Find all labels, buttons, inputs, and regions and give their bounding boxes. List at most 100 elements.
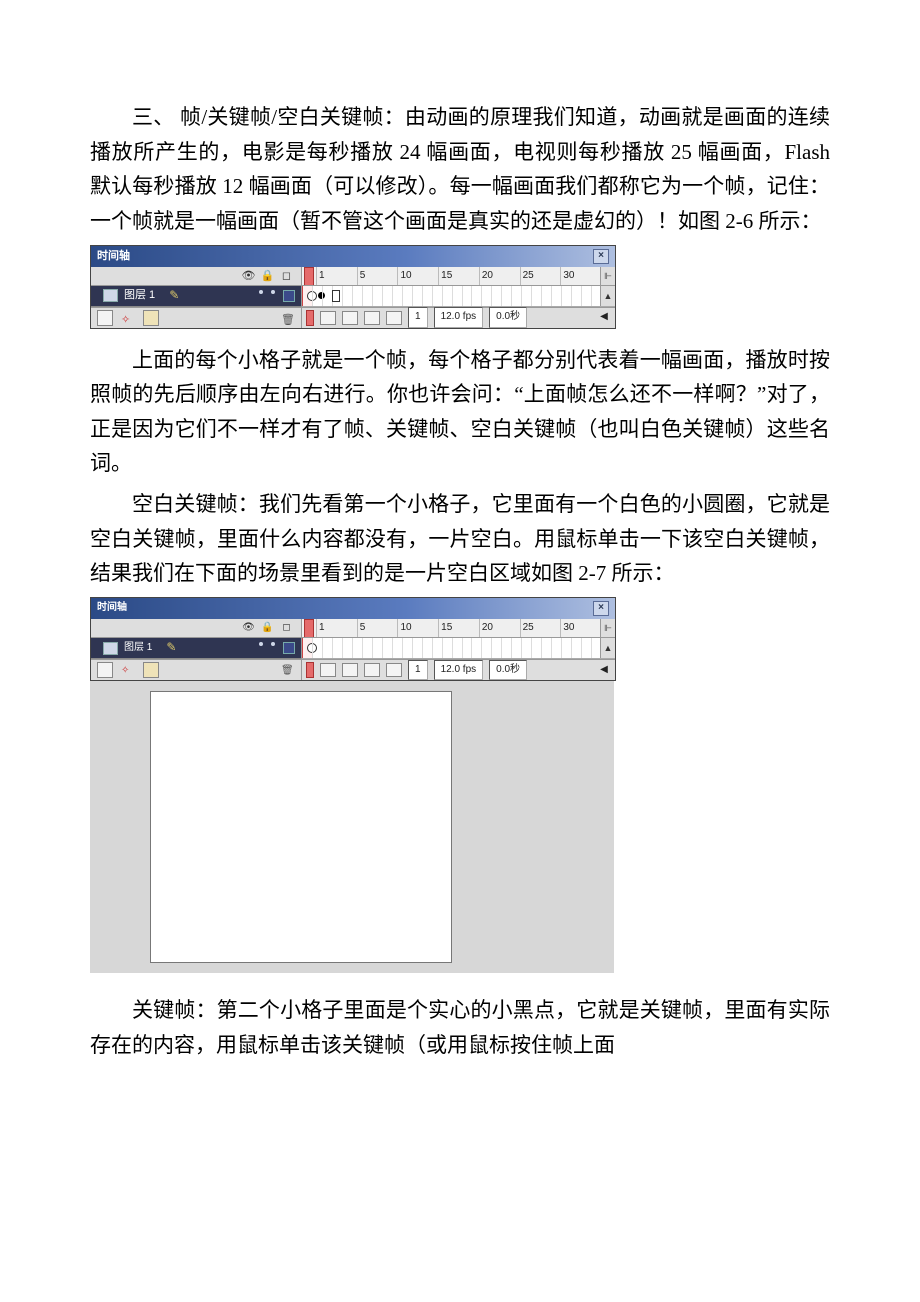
frame-cell[interactable] [541,638,551,658]
frame-cell[interactable] [511,286,521,306]
close-icon[interactable]: × [593,601,609,616]
outline-color-box[interactable] [283,290,295,302]
frame-cell[interactable] [392,286,402,306]
frame-cell[interactable] [581,286,591,306]
close-icon[interactable]: × [593,249,609,264]
playhead-mini-icon[interactable] [306,662,314,678]
modify-markers-icon[interactable] [386,311,402,325]
frame-cell[interactable] [481,286,491,306]
outline-color-box[interactable] [283,642,295,654]
onion-skin-outline-icon[interactable] [342,663,358,677]
eye-icon[interactable]: 👁 [242,269,255,282]
frame-cell[interactable] [471,638,481,658]
frame-cell[interactable] [382,286,392,306]
ruler-end-icon[interactable]: ⊩ [600,267,615,285]
new-layer-icon[interactable] [97,662,113,678]
trash-icon[interactable]: 🗑 [281,663,295,677]
frame-cell-1[interactable] [302,638,312,658]
frame-cell[interactable] [551,638,561,658]
playhead-icon[interactable] [304,619,314,638]
edit-multiple-icon[interactable] [364,311,380,325]
frame-cell-2[interactable] [312,286,322,306]
frame-cell[interactable] [521,638,531,658]
scroll-left-icon[interactable]: ◀ [597,662,611,679]
frame-cell-1[interactable] [302,286,312,306]
frame-cell[interactable] [561,286,571,306]
frame-cell[interactable] [571,638,581,658]
edit-multiple-icon[interactable] [364,663,380,677]
frame-cell[interactable] [521,286,531,306]
frame-cell[interactable] [432,638,442,658]
new-folder-icon[interactable] [143,310,159,326]
frame-cell[interactable] [452,638,462,658]
frame-cell[interactable] [322,286,332,306]
frame-cell[interactable] [392,638,402,658]
modify-markers-icon[interactable] [386,663,402,677]
frame-cell[interactable] [422,638,432,658]
timeline-titlebar[interactable]: 时间轴 × [91,598,615,619]
frame-cell[interactable] [452,286,462,306]
outline-square-icon[interactable]: ◻ [280,622,293,635]
frame-cell[interactable] [442,286,452,306]
frame-cell[interactable] [551,286,561,306]
frame-cell[interactable] [442,638,452,658]
stage-canvas[interactable] [150,691,452,963]
onion-skin-icon[interactable] [320,311,336,325]
new-folder-icon[interactable] [143,662,159,678]
ruler-end-icon[interactable]: ⊩ [600,619,615,637]
new-layer-icon[interactable] [97,310,113,326]
onion-skin-outline-icon[interactable] [342,311,358,325]
layer-row-1[interactable]: 图层 1 ✎ [91,638,301,659]
frame-cell[interactable] [362,638,372,658]
lock-icon[interactable]: 🔒 [261,622,274,635]
frame-cell[interactable] [511,638,521,658]
outline-square-icon[interactable]: ◻ [280,269,293,282]
frame-cell[interactable] [402,638,412,658]
frame-cell[interactable] [501,638,511,658]
frame-cell[interactable] [352,638,362,658]
timeline-titlebar[interactable]: 时间轴 × [91,246,615,267]
frame-cell[interactable] [481,638,491,658]
frame-cell[interactable] [491,638,501,658]
frame-cell[interactable] [322,638,332,658]
frame-cell[interactable] [412,286,422,306]
onion-skin-icon[interactable] [320,663,336,677]
frame-cell[interactable] [541,286,551,306]
scroll-up-icon[interactable]: ▲ [600,638,615,658]
new-guide-layer-icon[interactable]: ✧ [121,663,135,677]
frame-cell[interactable] [501,286,511,306]
frame-cell[interactable] [561,638,571,658]
frame-cell[interactable] [332,286,342,306]
lock-icon[interactable]: 🔒 [261,269,274,282]
frame-cell[interactable] [342,638,352,658]
frame-cell[interactable] [372,286,382,306]
frame-cell[interactable] [471,286,481,306]
frame-cell[interactable] [342,286,352,306]
scroll-left-icon[interactable]: ◀ [597,309,611,326]
scroll-up-icon[interactable]: ▲ [600,286,615,306]
frame-cell[interactable] [412,638,422,658]
trash-icon[interactable]: 🗑 [281,311,295,325]
frame-cell[interactable] [531,638,541,658]
frame-cell[interactable] [332,638,342,658]
layer-row-1[interactable]: 图层 1 ✎ [91,286,301,307]
frame-cell[interactable] [372,638,382,658]
frame-cell[interactable] [531,286,541,306]
new-guide-layer-icon[interactable]: ✧ [121,311,135,325]
frame-cell[interactable] [491,286,501,306]
playhead-mini-icon[interactable] [306,310,314,326]
frame-cell[interactable] [462,638,472,658]
frame-cell[interactable] [312,638,322,658]
frame-cell[interactable] [402,286,412,306]
frame-cell[interactable] [462,286,472,306]
frame-cell[interactable] [382,638,392,658]
frame-cell[interactable] [581,638,591,658]
frame-ruler[interactable]: 1 5 10 15 20 25 30 ⊩ [302,267,615,286]
frames-row[interactable]: ▲ [302,638,615,659]
frame-cell[interactable] [422,286,432,306]
frame-ruler[interactable]: 1 5 10 15 20 25 30 ⊩ [302,619,615,638]
frame-cell[interactable] [571,286,581,306]
eye-icon[interactable]: 👁 [242,622,255,635]
frames-row[interactable]: ▲ [302,286,615,307]
frame-cell[interactable] [352,286,362,306]
